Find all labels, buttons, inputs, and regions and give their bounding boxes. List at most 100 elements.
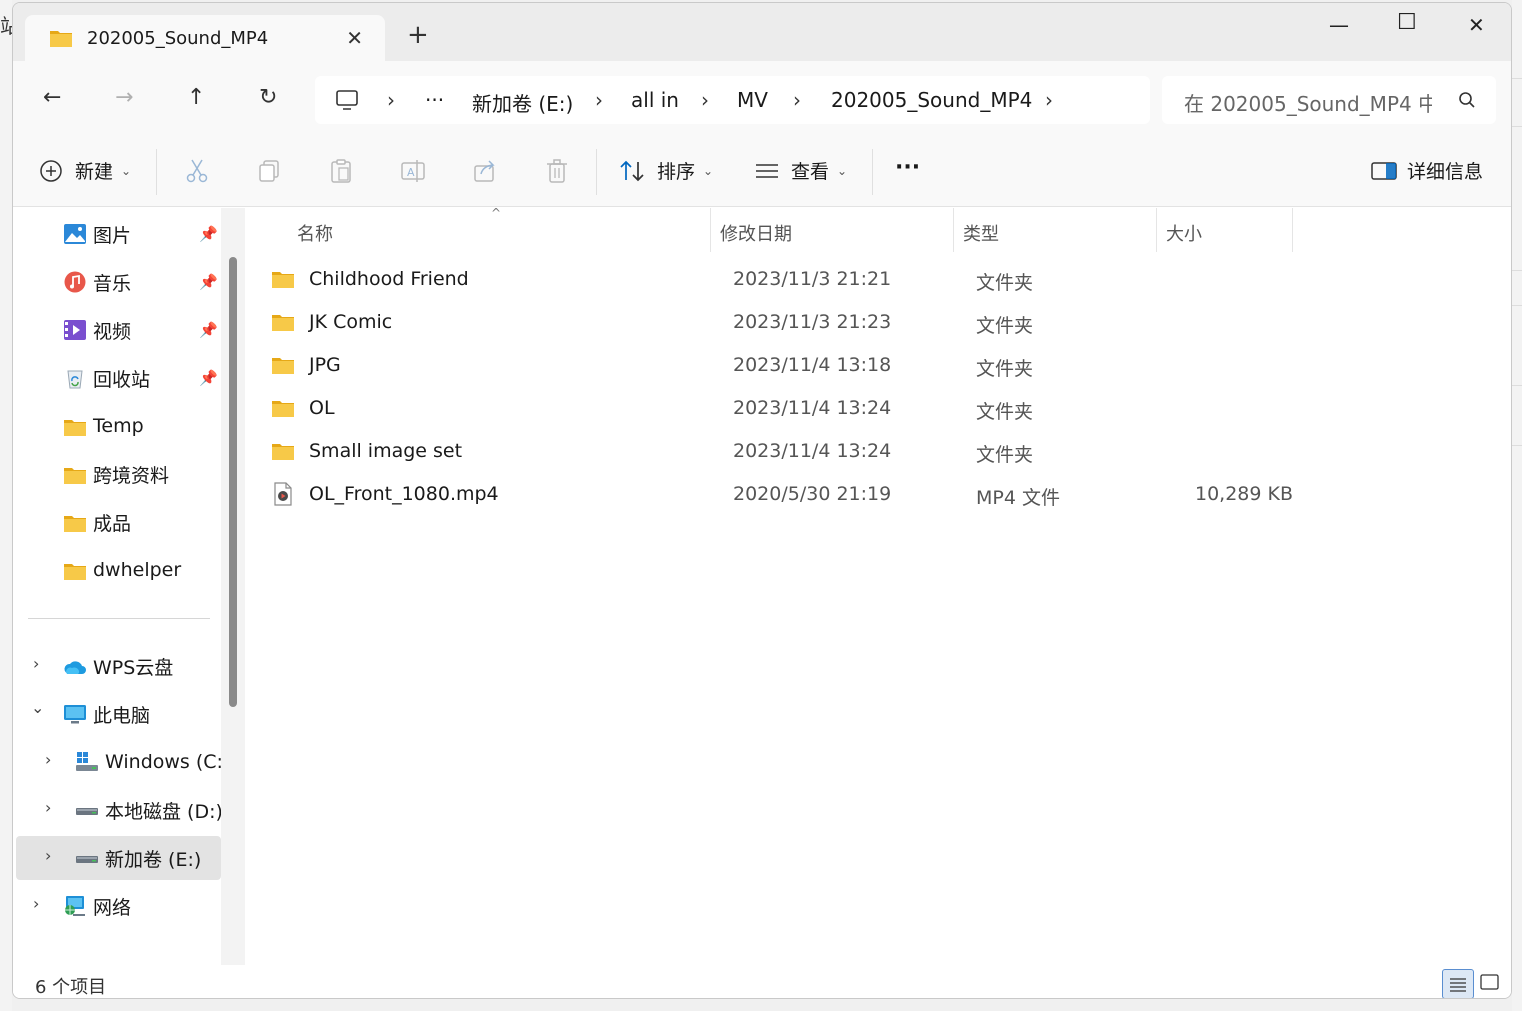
sidebar-item-drive-c[interactable]: › Windows (C:) <box>13 740 230 784</box>
rename-icon[interactable]: A <box>399 157 427 185</box>
tab-close-icon[interactable]: ✕ <box>346 26 363 50</box>
sidebar-item-label: Temp <box>93 415 144 437</box>
copy-icon[interactable] <box>255 157 283 185</box>
pin-icon[interactable]: 📌 <box>199 225 218 243</box>
file-date: 2020/5/30 21:19 <box>733 483 892 505</box>
sidebar-item-label: dwhelper <box>93 559 182 581</box>
tab-202005-sound-mp4[interactable]: 202005_Sound_MP4 ✕ <box>25 15 385 61</box>
sidebar-item-temp[interactable]: Temp <box>13 404 221 448</box>
folder-icon <box>272 272 294 288</box>
pin-icon[interactable]: 📌 <box>199 321 218 339</box>
file-row[interactable]: JK Comic 2023/11/3 21:23 文件夹 <box>267 301 1297 344</box>
file-type: 文件夹 <box>976 444 1034 466</box>
file-name: OL_Front_1080.mp4 <box>309 483 499 505</box>
breadcrumb-more[interactable]: ··· <box>425 88 444 112</box>
column-header-name[interactable]: 名称 <box>297 220 333 246</box>
sidebar-item-drive-d[interactable]: › 本地磁盘 (D:) <box>13 788 223 832</box>
breadcrumb-separator[interactable]: › <box>701 88 709 112</box>
breadcrumb-separator[interactable]: › <box>793 88 801 112</box>
forward-button[interactable]: → <box>115 85 133 111</box>
sidebar-item-drive-e[interactable]: › 新加卷 (E:) <box>16 836 221 880</box>
address-bar[interactable]: › ··· 新加卷 (E:) › all in › MV › 202005_So… <box>315 76 1150 124</box>
large-icons-view-button[interactable] <box>1475 969 1507 998</box>
file-row[interactable]: Small image set 2023/11/4 13:24 文件夹 <box>267 430 1297 473</box>
refresh-button[interactable]: ↻ <box>259 85 277 111</box>
new-tab-button[interactable]: + <box>407 22 429 48</box>
breadcrumb-all-in[interactable]: all in <box>631 88 679 112</box>
maximize-button[interactable]: ☐ <box>1397 10 1417 35</box>
background-window-edge: 站 <box>0 0 20 1011</box>
chevron-right-icon[interactable]: › <box>33 654 39 673</box>
sidebar-item-cross-border[interactable]: 跨境资料 <box>13 452 221 496</box>
item-count: 6 个项目 <box>35 977 107 998</box>
column-divider[interactable] <box>953 208 954 252</box>
navigation-bar: ← → ↑ ↻ › ··· 新加卷 (E:) › all in › MV › 2… <box>13 61 1511 135</box>
file-row[interactable]: JPG 2023/11/4 13:18 文件夹 <box>267 344 1297 387</box>
cut-icon[interactable] <box>183 157 211 185</box>
chevron-down-icon: ⌄ <box>121 163 132 178</box>
drive-icon <box>76 808 98 815</box>
back-button[interactable]: ← <box>43 85 61 111</box>
column-header-size[interactable]: 大小 <box>1166 220 1202 246</box>
sidebar-item-this-pc[interactable]: ⌄ 此电脑 <box>13 692 221 736</box>
more-options-button[interactable]: ··· <box>895 155 920 180</box>
file-row[interactable]: Childhood Friend 2023/11/3 21:21 文件夹 <box>267 258 1297 301</box>
breadcrumb-separator[interactable]: › <box>1045 88 1053 112</box>
details-view-button[interactable] <box>1442 969 1474 998</box>
up-button[interactable]: ↑ <box>187 85 205 111</box>
file-row[interactable]: OL_Front_1080.mp4 2020/5/30 21:19 MP4 文件… <box>267 473 1297 516</box>
file-row[interactable]: OL 2023/11/4 13:24 文件夹 <box>267 387 1297 430</box>
sidebar-item-label: 网络 <box>93 896 132 919</box>
chevron-right-icon[interactable]: › <box>45 798 51 817</box>
sidebar-item-videos[interactable]: 视频 📌 <box>13 308 221 352</box>
folder-icon <box>50 31 72 47</box>
minimize-button[interactable]: — <box>1329 13 1349 37</box>
sidebar-divider <box>28 618 210 619</box>
column-divider[interactable] <box>710 208 711 252</box>
sidebar-item-dwhelper[interactable]: dwhelper <box>13 548 221 592</box>
breadcrumb-drive-e[interactable]: 新加卷 (E:) <box>472 88 573 117</box>
column-divider[interactable] <box>1156 208 1157 252</box>
new-button[interactable]: 新建 ⌄ <box>39 157 131 184</box>
search-input[interactable]: 在 202005_Sound_MP4 中搜索 <box>1184 88 1432 117</box>
details-pane-label: 详细信息 <box>1407 161 1484 183</box>
chevron-right-icon[interactable]: › <box>45 750 51 769</box>
breadcrumb-mv[interactable]: MV <box>737 88 768 112</box>
share-icon[interactable] <box>471 157 499 185</box>
column-header-date[interactable]: 修改日期 <box>720 220 792 246</box>
delete-icon[interactable] <box>543 157 571 185</box>
sidebar-item-label: Windows (C:) <box>105 751 231 773</box>
sidebar-item-pictures[interactable]: 图片 📌 <box>13 212 221 256</box>
sidebar-item-finished[interactable]: 成品 <box>13 500 221 544</box>
view-button[interactable]: 查看 ⌄ <box>755 157 847 184</box>
breadcrumb-current-folder[interactable]: 202005_Sound_MP4 <box>831 88 1032 112</box>
close-window-button[interactable]: ✕ <box>1468 13 1485 37</box>
paste-icon[interactable] <box>327 157 355 185</box>
file-type: MP4 文件 <box>976 487 1060 509</box>
pin-icon[interactable]: 📌 <box>199 273 218 291</box>
column-header-type[interactable]: 类型 <box>963 220 999 246</box>
chevron-right-icon[interactable]: › <box>45 846 51 865</box>
search-icon[interactable] <box>1458 91 1476 109</box>
sidebar-item-music[interactable]: 音乐 📌 <box>13 260 221 304</box>
chevron-down-icon[interactable]: ⌄ <box>31 698 44 717</box>
sidebar-scrollbar[interactable] <box>229 257 237 707</box>
sidebar-item-wps-cloud[interactable]: › WPS云盘 <box>13 644 221 688</box>
sidebar-item-label: WPS云盘 <box>93 656 174 679</box>
sidebar-item-network[interactable]: › 网络 <box>13 884 221 928</box>
chevron-down-icon: ⌄ <box>837 163 848 178</box>
chevron-right-icon[interactable]: › <box>33 894 39 913</box>
breadcrumb-separator[interactable]: › <box>595 88 603 112</box>
file-date: 2023/11/3 21:21 <box>733 268 892 290</box>
sidebar-item-recycle-bin[interactable]: 回收站 📌 <box>13 356 221 400</box>
sidebar-item-label: 跨境资料 <box>93 464 170 487</box>
folder-icon <box>64 420 86 436</box>
column-divider[interactable] <box>1292 208 1293 252</box>
sort-button[interactable]: 排序 ⌄ <box>619 157 713 184</box>
search-box[interactable]: 在 202005_Sound_MP4 中搜索 <box>1162 76 1496 124</box>
details-pane-button[interactable]: 详细信息 <box>1371 157 1483 184</box>
plus-circle-icon <box>40 159 62 182</box>
file-type: 文件夹 <box>976 272 1034 294</box>
pin-icon[interactable]: 📌 <box>199 369 218 387</box>
file-size: 10,289 KB <box>1194 483 1293 505</box>
